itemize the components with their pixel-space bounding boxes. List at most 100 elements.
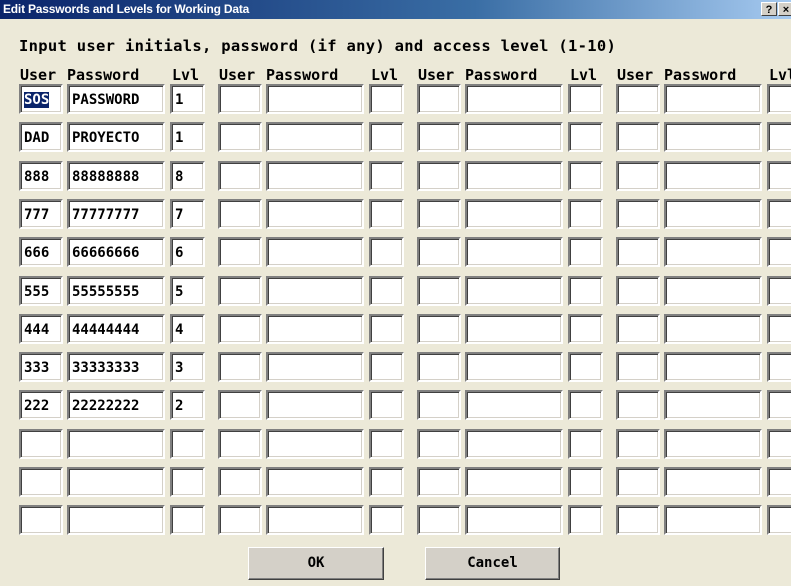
user-field[interactable]: 222 xyxy=(19,390,63,420)
password-field[interactable]: 44444444 xyxy=(67,314,165,344)
password-field[interactable] xyxy=(664,276,762,306)
user-field[interactable]: 555 xyxy=(19,276,63,306)
level-field[interactable] xyxy=(369,84,404,114)
user-field[interactable] xyxy=(218,352,262,382)
user-field[interactable] xyxy=(218,161,262,191)
password-field[interactable]: 77777777 xyxy=(67,199,165,229)
level-field[interactable] xyxy=(369,429,404,459)
password-field[interactable] xyxy=(465,84,563,114)
level-field[interactable] xyxy=(568,505,603,535)
password-field[interactable] xyxy=(664,352,762,382)
user-field[interactable]: 666 xyxy=(19,237,63,267)
level-field[interactable] xyxy=(767,429,791,459)
user-field[interactable] xyxy=(417,161,461,191)
user-field[interactable]: 444 xyxy=(19,314,63,344)
level-field[interactable] xyxy=(767,352,791,382)
user-field[interactable] xyxy=(417,122,461,152)
level-field[interactable] xyxy=(568,314,603,344)
level-field[interactable] xyxy=(369,199,404,229)
password-field[interactable]: 66666666 xyxy=(67,237,165,267)
user-field[interactable]: 777 xyxy=(19,199,63,229)
level-field[interactable]: 4 xyxy=(170,314,205,344)
password-field[interactable] xyxy=(266,314,364,344)
password-field[interactable] xyxy=(67,429,165,459)
user-field[interactable] xyxy=(19,505,63,535)
level-field[interactable]: 1 xyxy=(170,84,205,114)
level-field[interactable]: 8 xyxy=(170,161,205,191)
password-field[interactable]: 33333333 xyxy=(67,352,165,382)
password-field[interactable] xyxy=(465,276,563,306)
password-field[interactable] xyxy=(664,314,762,344)
user-field[interactable] xyxy=(616,84,660,114)
password-field[interactable] xyxy=(465,161,563,191)
password-field[interactable] xyxy=(266,237,364,267)
password-field[interactable] xyxy=(465,429,563,459)
level-field[interactable] xyxy=(568,199,603,229)
user-field[interactable]: SOS xyxy=(19,84,63,114)
level-field[interactable] xyxy=(767,276,791,306)
level-field[interactable]: 5 xyxy=(170,276,205,306)
cancel-button[interactable]: Cancel xyxy=(425,547,560,580)
user-field[interactable] xyxy=(616,467,660,497)
password-field[interactable] xyxy=(664,122,762,152)
user-field[interactable] xyxy=(417,429,461,459)
user-field[interactable] xyxy=(19,429,63,459)
level-field[interactable] xyxy=(369,314,404,344)
level-field[interactable] xyxy=(369,161,404,191)
level-field[interactable] xyxy=(369,122,404,152)
user-field[interactable] xyxy=(616,122,660,152)
password-field[interactable] xyxy=(664,505,762,535)
password-field[interactable] xyxy=(465,467,563,497)
user-field[interactable] xyxy=(417,276,461,306)
password-field[interactable] xyxy=(266,199,364,229)
password-field[interactable]: 55555555 xyxy=(67,276,165,306)
level-field[interactable]: 1 xyxy=(170,122,205,152)
level-field[interactable] xyxy=(369,467,404,497)
password-field[interactable] xyxy=(664,199,762,229)
user-field[interactable] xyxy=(616,314,660,344)
level-field[interactable] xyxy=(767,199,791,229)
password-field[interactable]: 22222222 xyxy=(67,390,165,420)
level-field[interactable] xyxy=(568,237,603,267)
password-field[interactable] xyxy=(266,122,364,152)
password-field[interactable] xyxy=(664,429,762,459)
password-field[interactable] xyxy=(664,237,762,267)
password-field[interactable] xyxy=(465,199,563,229)
level-field[interactable] xyxy=(767,237,791,267)
level-field[interactable] xyxy=(369,505,404,535)
password-field[interactable] xyxy=(465,505,563,535)
level-field[interactable] xyxy=(568,467,603,497)
password-field[interactable] xyxy=(465,352,563,382)
level-field[interactable] xyxy=(767,390,791,420)
level-field[interactable] xyxy=(170,429,205,459)
password-field[interactable]: 88888888 xyxy=(67,161,165,191)
level-field[interactable] xyxy=(568,390,603,420)
user-field[interactable] xyxy=(417,199,461,229)
user-field[interactable] xyxy=(417,352,461,382)
user-field[interactable] xyxy=(218,505,262,535)
password-field[interactable] xyxy=(266,352,364,382)
user-field[interactable] xyxy=(218,429,262,459)
password-field[interactable] xyxy=(664,161,762,191)
level-field[interactable]: 7 xyxy=(170,199,205,229)
user-field[interactable] xyxy=(218,122,262,152)
password-field[interactable] xyxy=(465,122,563,152)
level-field[interactable] xyxy=(767,84,791,114)
user-field[interactable] xyxy=(616,505,660,535)
password-field[interactable]: PASSWORD xyxy=(67,84,165,114)
level-field[interactable] xyxy=(767,467,791,497)
level-field[interactable] xyxy=(568,276,603,306)
user-field[interactable] xyxy=(218,467,262,497)
level-field[interactable] xyxy=(568,429,603,459)
user-field[interactable] xyxy=(218,237,262,267)
password-field[interactable] xyxy=(266,161,364,191)
close-button[interactable]: × xyxy=(778,2,791,16)
password-field[interactable] xyxy=(266,390,364,420)
user-field[interactable] xyxy=(417,84,461,114)
password-field[interactable] xyxy=(266,429,364,459)
level-field[interactable] xyxy=(369,237,404,267)
user-field[interactable] xyxy=(616,276,660,306)
password-field[interactable] xyxy=(67,505,165,535)
ok-button[interactable]: OK xyxy=(248,547,384,580)
password-field[interactable] xyxy=(266,467,364,497)
